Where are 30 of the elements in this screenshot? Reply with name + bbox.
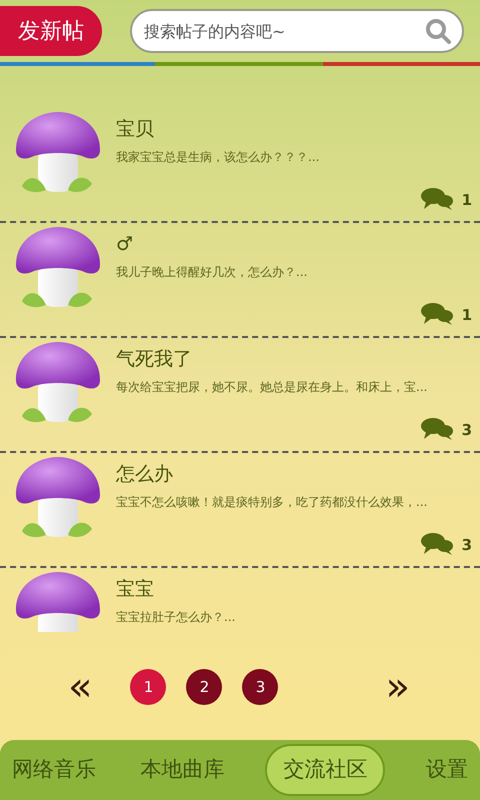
bottom-nav-tab[interactable]: 网络音乐 (8, 746, 100, 794)
chat-bubbles-icon (420, 302, 454, 326)
post-title[interactable]: ♂ (116, 233, 472, 257)
comment-count: 1 (462, 190, 472, 210)
search-icon[interactable] (424, 17, 452, 45)
bottom-nav-tab[interactable]: 交流社区 (265, 744, 386, 796)
post-excerpt: 我家宝宝总是生病，该怎么办？？？... (116, 148, 320, 166)
post-title[interactable]: 宝贝 (116, 118, 472, 142)
search-field[interactable]: 搜索帖子的内容吧~ (130, 9, 464, 53)
chat-bubbles-icon (420, 187, 454, 211)
page-button[interactable]: 2 (186, 669, 222, 705)
page-button[interactable]: 1 (130, 669, 166, 705)
chat-bubbles-icon (420, 417, 454, 441)
post-excerpt: 宝宝不怎么咳嗽！就是痰特别多，吃了药都没什么效果，... (116, 494, 428, 511)
post-excerpt: 宝宝拉肚子怎么办？... (116, 608, 236, 626)
bottom-nav-tab[interactable]: 设置 (422, 746, 472, 794)
previous-page-button[interactable]: « (68, 667, 92, 707)
comment-count: 3 (462, 534, 472, 556)
post-title[interactable]: 怎么办 (116, 463, 472, 487)
comment-count: 1 (462, 304, 472, 326)
new-post-button[interactable]: 发新帖 (0, 6, 102, 56)
next-page-button[interactable]: » (386, 667, 410, 707)
page-button[interactable]: 3 (242, 669, 278, 705)
post-excerpt: 我儿子晚上得醒好几次，怎么办？... (116, 264, 308, 281)
post-title[interactable]: 气死我了 (116, 348, 472, 372)
chat-bubbles-icon (420, 532, 454, 556)
post-excerpt: 每次给宝宝把尿，她不尿。她总是尿在身上。和床上，宝... (116, 378, 428, 396)
comment-count: 3 (462, 420, 472, 440)
post-title[interactable]: 宝宝 (116, 578, 472, 602)
bottom-nav-tab[interactable]: 本地曲库 (136, 746, 229, 794)
